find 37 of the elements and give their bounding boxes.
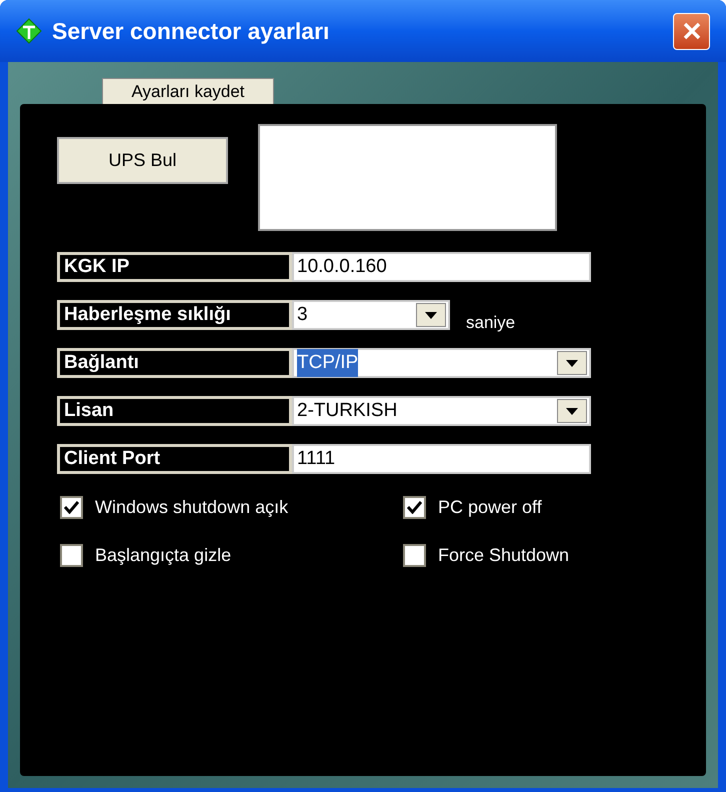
- dropdown-value: 3: [297, 302, 308, 327]
- field-label: Lisan: [57, 396, 292, 426]
- dropdown[interactable]: 3: [292, 300, 450, 330]
- dropdown-value: TCP/IP: [297, 348, 358, 378]
- checkbox-label: Başlangıçta gizle: [95, 544, 232, 567]
- checkbox-label: Force Shutdown: [438, 544, 570, 566]
- dropdown[interactable]: 2-TURKISH: [292, 396, 591, 426]
- checkbox-label: Windows shutdown açık: [95, 496, 288, 519]
- dropdown-button[interactable]: [557, 399, 587, 423]
- dropdown-value: 2-TURKISH: [297, 398, 398, 423]
- check-icon: [64, 500, 79, 514]
- checkbox[interactable]: [403, 544, 426, 566]
- text-field[interactable]: 1111: [292, 444, 591, 474]
- caret-icon: [566, 408, 578, 414]
- dropdown-button[interactable]: [557, 351, 587, 375]
- save-button[interactable]: Ayarları kaydet: [102, 78, 274, 106]
- field-label: KGK IP: [57, 252, 292, 282]
- list-box[interactable]: [258, 124, 557, 231]
- window-title: Server connector ayarları: [52, 16, 330, 46]
- dropdown-button[interactable]: [416, 303, 446, 327]
- close-button[interactable]: [673, 12, 710, 50]
- check-icon: [407, 500, 422, 514]
- find-button[interactable]: UPS Bul: [57, 137, 228, 184]
- app-icon: [16, 18, 42, 44]
- unit-label: saniye: [466, 312, 516, 334]
- dropdown[interactable]: TCP/IP: [292, 348, 591, 378]
- checkbox[interactable]: [403, 496, 426, 518]
- checkbox-label: PC power off: [438, 496, 542, 519]
- field-label: Client Port: [57, 444, 292, 474]
- checkbox[interactable]: [60, 544, 83, 566]
- text-field[interactable]: 10.0.0.160: [292, 252, 591, 282]
- field-label: Bağlantı: [57, 348, 292, 378]
- caret-icon: [425, 312, 437, 318]
- close-icon: [682, 21, 702, 41]
- field-label: Haberleşme sıklığı: [57, 300, 292, 330]
- checkbox[interactable]: [60, 496, 83, 518]
- caret-icon: [566, 360, 578, 366]
